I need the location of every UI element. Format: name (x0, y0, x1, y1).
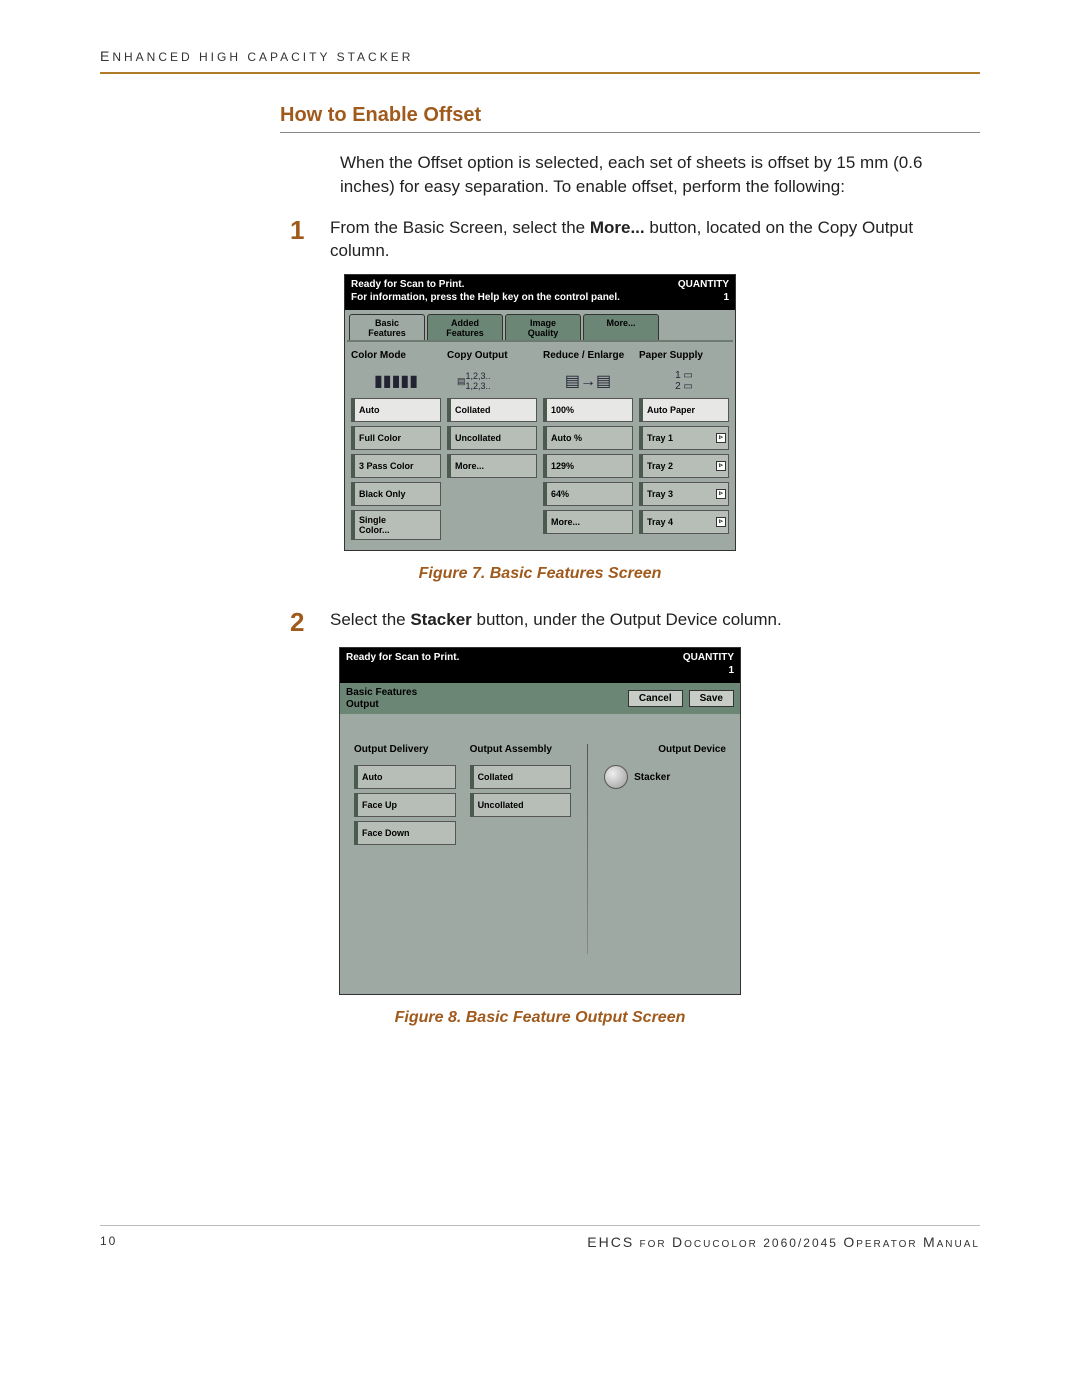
color-mode-single[interactable]: Single Color... (351, 510, 441, 540)
color-mode-3pass[interactable]: 3 Pass Color (351, 454, 441, 478)
step-1-number: 1 (290, 217, 330, 243)
quantity-value-s2: 1 (683, 665, 734, 678)
chevron-icon: ▹ (716, 489, 726, 499)
page-footer: 10 EHCS FOR DOCUCOLOR 2060/2045 OPERATOR… (100, 1225, 980, 1250)
figure-7-screenshot: Ready for Scan to Print. For information… (344, 274, 736, 551)
paper-tray3[interactable]: Tray 3▹ (639, 482, 729, 506)
color-mode-auto[interactable]: Auto (351, 398, 441, 422)
figure-8-screenshot: Ready for Scan to Print. QUANTITY 1 Basi… (339, 647, 741, 995)
col-output-device: Output Device Stacker (604, 744, 726, 954)
paper-tray4[interactable]: Tray 4▹ (639, 510, 729, 534)
step-2-bold: Stacker (410, 610, 471, 629)
col-color-mode: Color Mode ▮▮▮▮▮ Auto Full Color 3 Pass … (351, 350, 441, 540)
step-2-pre: Select the (330, 610, 410, 629)
paper-auto[interactable]: Auto Paper (639, 398, 729, 422)
running-header: ENHANCED HIGH CAPACITY STACKER (100, 48, 980, 74)
copy-output-uncollated[interactable]: Uncollated (447, 426, 537, 450)
copy-output-icon: ▤ 1,2,3.. 1,2,3.. (447, 368, 537, 394)
save-button[interactable]: Save (689, 690, 734, 707)
chevron-icon: ▹ (716, 517, 726, 527)
color-mode-black[interactable]: Black Only (351, 482, 441, 506)
chevron-icon: ▹ (716, 461, 726, 471)
col-reduce-enlarge: Reduce / Enlarge ▤→▤ 100% Auto % 129% 64… (543, 350, 633, 540)
col-output-delivery: Output Delivery Auto Face Up Face Down (354, 744, 456, 954)
status-line2: For information, press the Help key on t… (351, 292, 620, 305)
quantity-value: 1 (678, 292, 729, 305)
reduce-auto[interactable]: Auto % (543, 426, 633, 450)
stacker-option[interactable]: Stacker (604, 765, 726, 789)
figure-8-caption: Figure 8. Basic Feature Output Screen (100, 1009, 980, 1027)
step-2-number: 2 (290, 609, 330, 635)
stacker-label: Stacker (634, 772, 670, 783)
step-1-pre: From the Basic Screen, select the (330, 218, 590, 237)
reduce-64[interactable]: 64% (543, 482, 633, 506)
paper-tray2[interactable]: Tray 2▹ (639, 454, 729, 478)
status-bar-1: Ready for Scan to Print. For information… (345, 275, 735, 310)
col-output-assembly: Output Assembly Collated Uncollated (470, 744, 572, 954)
cancel-button[interactable]: Cancel (628, 690, 683, 707)
delivery-face-down[interactable]: Face Down (354, 821, 456, 845)
col-paper-supply: Paper Supply 1 ▭2 ▭ Auto Paper Tray 1▹ T… (639, 350, 729, 540)
step-2: 2 Select the Stacker button, under the O… (290, 609, 940, 635)
status-bar-2: Ready for Scan to Print. QUANTITY 1 (340, 648, 740, 683)
chevron-icon: ▹ (716, 433, 726, 443)
vertical-divider (587, 744, 588, 954)
assembly-collated[interactable]: Collated (470, 765, 572, 789)
section-heading: How to Enable Offset (280, 104, 980, 133)
quantity-label: QUANTITY (678, 279, 729, 292)
copy-output-collated[interactable]: Collated (447, 398, 537, 422)
footer-title: EHCS FOR DOCUCOLOR 2060/2045 OPERATOR MA… (587, 1234, 980, 1250)
delivery-auto[interactable]: Auto (354, 765, 456, 789)
figure-7-caption: Figure 7. Basic Features Screen (100, 565, 980, 583)
status-line1: Ready for Scan to Print. (351, 279, 620, 292)
step-1: 1 From the Basic Screen, select the More… (290, 217, 940, 263)
delivery-face-up[interactable]: Face Up (354, 793, 456, 817)
output-title-line1: Basic Features (346, 687, 417, 699)
color-mode-full[interactable]: Full Color (351, 426, 441, 450)
output-device-title: Output Device (604, 744, 726, 755)
assembly-uncollated[interactable]: Uncollated (470, 793, 572, 817)
paper-tray1[interactable]: Tray 1▹ (639, 426, 729, 450)
copy-output-more[interactable]: More... (447, 454, 537, 478)
step-2-text: Select the Stacker button, under the Out… (330, 609, 782, 632)
intro-paragraph: When the Offset option is selected, each… (340, 151, 940, 199)
output-title-line2: Output (346, 699, 417, 711)
reduce-100[interactable]: 100% (543, 398, 633, 422)
reduce-enlarge-title: Reduce / Enlarge (543, 350, 633, 361)
paper-supply-icon: 1 ▭2 ▭ (639, 368, 729, 394)
output-titlebar: Basic Features Output Cancel Save (340, 683, 740, 714)
col-copy-output: Copy Output ▤ 1,2,3.. 1,2,3.. Collated U… (447, 350, 537, 540)
reduce-129[interactable]: 129% (543, 454, 633, 478)
color-mode-title: Color Mode (351, 350, 441, 361)
tab-added-features[interactable]: Added Features (427, 314, 503, 340)
tab-basic-features[interactable]: Basic Features (349, 314, 425, 340)
step-1-text: From the Basic Screen, select the More..… (330, 217, 940, 263)
tab-more[interactable]: More... (583, 314, 659, 340)
radio-icon (604, 765, 628, 789)
output-assembly-title: Output Assembly (470, 744, 572, 755)
tabs-row: Basic Features Added Features Image Qual… (345, 310, 735, 340)
output-delivery-title: Output Delivery (354, 744, 456, 755)
paper-supply-title: Paper Supply (639, 350, 729, 361)
step-2-post: button, under the Output Device column. (472, 610, 782, 629)
page-number: 10 (100, 1234, 117, 1250)
quantity-label-s2: QUANTITY (683, 652, 734, 665)
status-line1-s2: Ready for Scan to Print. (346, 652, 459, 665)
copy-output-title: Copy Output (447, 350, 537, 361)
step-1-bold: More... (590, 218, 645, 237)
reduce-more[interactable]: More... (543, 510, 633, 534)
running-header-text: NHANCED HIGH CAPACITY STACKER (112, 50, 413, 64)
tab-image-quality[interactable]: Image Quality (505, 314, 581, 340)
color-mode-icon: ▮▮▮▮▮ (351, 368, 441, 394)
reduce-enlarge-icon: ▤→▤ (543, 368, 633, 394)
